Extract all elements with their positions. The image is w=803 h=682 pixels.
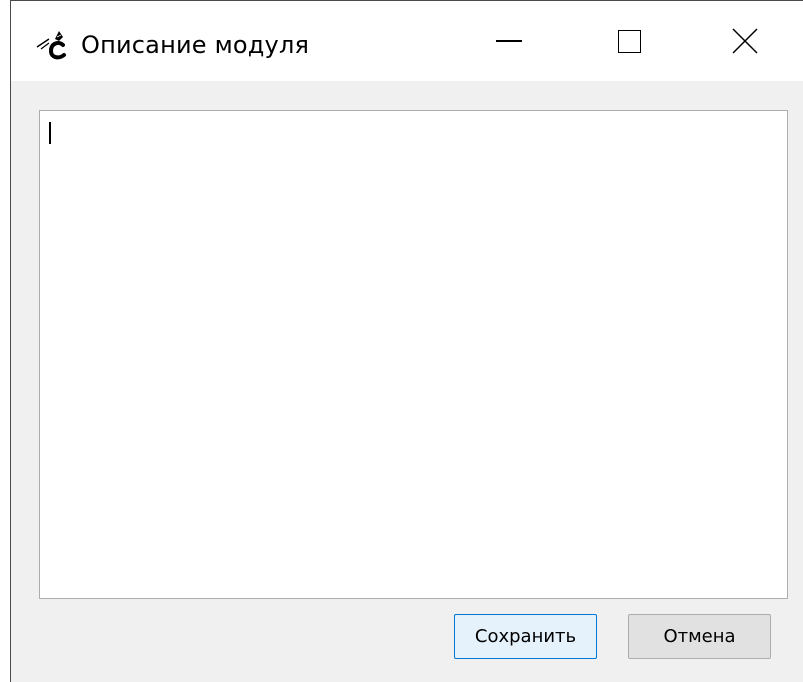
title-bar[interactable]: Описание модуля xyxy=(11,1,803,81)
text-caret xyxy=(49,122,51,144)
description-textarea[interactable] xyxy=(39,110,788,599)
app-logo-icon xyxy=(35,27,71,63)
maximize-icon xyxy=(617,29,641,53)
minimize-icon xyxy=(496,40,522,42)
minimize-button[interactable] xyxy=(451,1,567,81)
cancel-button[interactable]: Отмена xyxy=(628,614,771,659)
close-icon xyxy=(732,28,758,54)
window-title: Описание модуля xyxy=(81,31,310,59)
close-button[interactable] xyxy=(687,1,803,81)
maximize-button[interactable] xyxy=(571,1,687,81)
dialog-window: Описание модуля Сохранить Отмена xyxy=(10,0,803,682)
save-button[interactable]: Сохранить xyxy=(454,614,597,659)
